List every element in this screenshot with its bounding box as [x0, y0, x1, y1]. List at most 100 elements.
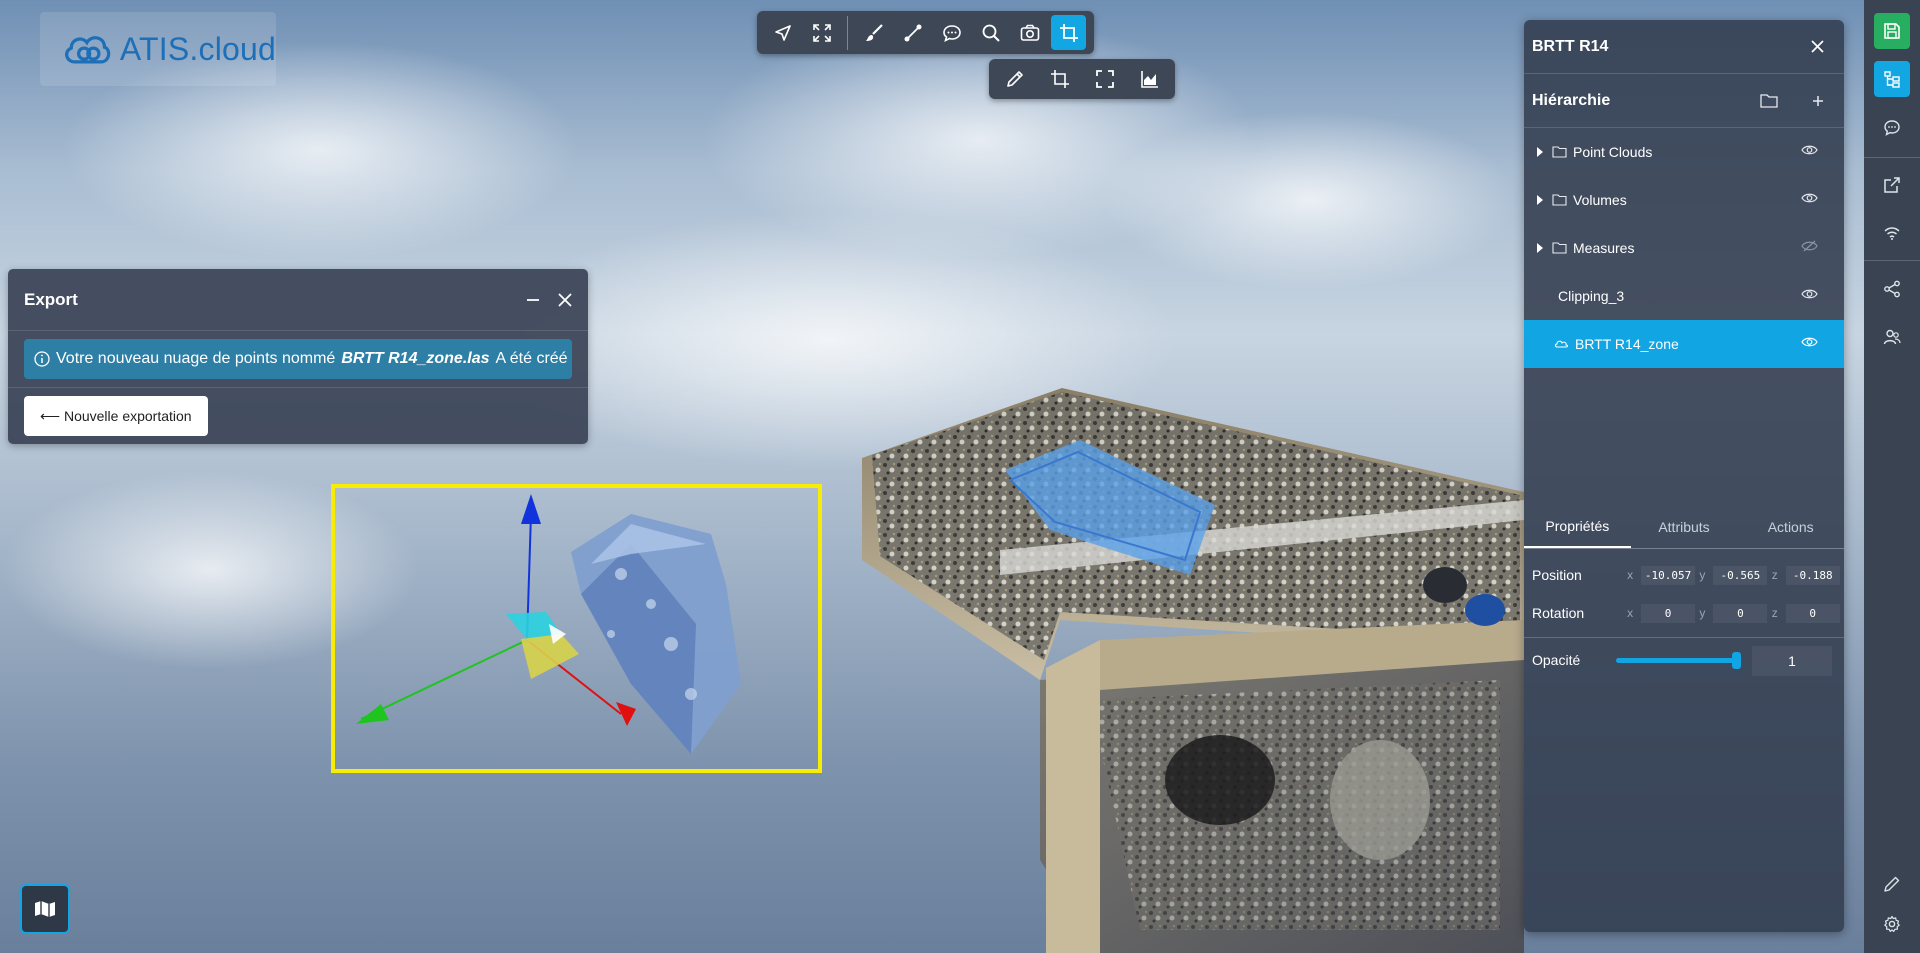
caret-right-icon[interactable] [1536, 195, 1544, 205]
eye-icon[interactable] [1801, 336, 1818, 348]
selection-box[interactable] [331, 484, 822, 773]
close-icon[interactable] [1811, 40, 1824, 53]
comments-button[interactable] [1874, 110, 1910, 146]
open-external-button[interactable] [1874, 167, 1910, 203]
caret-right-icon[interactable] [1536, 147, 1544, 157]
rotation-x-field[interactable]: 0 [1641, 603, 1696, 623]
opacity-value-field[interactable]: 1 [1752, 646, 1832, 676]
banner-message-suffix: A été créé [495, 350, 568, 367]
opacity-label: Opacité [1532, 652, 1581, 668]
profile-chart-button[interactable] [1132, 62, 1167, 97]
position-y-field[interactable]: -0.565 [1713, 565, 1768, 585]
tree-item-brtt-r14-zone[interactable]: BRTT R14_zone [1524, 320, 1844, 368]
area-chart-icon [1140, 71, 1158, 88]
fullscreen-icon [1095, 70, 1114, 88]
settings-button[interactable] [1874, 906, 1910, 942]
measure-line-icon [904, 24, 921, 41]
close-icon[interactable] [558, 292, 572, 307]
point-cloud-icon [1555, 340, 1568, 348]
tree-item-label: Volumes [1573, 192, 1627, 208]
tree-item-label: BRTT R14_zone [1575, 336, 1679, 352]
new-export-button[interactable]: ⟵ Nouvelle exportation [24, 396, 208, 436]
wifi-icon [1884, 227, 1900, 240]
tree-item-clipping-3[interactable]: Clipping_3 [1524, 272, 1844, 320]
map-toggle-button[interactable] [20, 884, 70, 934]
axis-label-y: y [1699, 606, 1706, 620]
position-z-field[interactable]: -0.188 [1785, 565, 1840, 585]
position-row: Position x -10.057 y -0.565 z -0.188 [1524, 556, 1844, 594]
tree-item-volumes[interactable]: Volumes [1524, 176, 1844, 224]
brush-button[interactable] [856, 15, 891, 50]
minimize-icon[interactable] [526, 293, 540, 307]
fullscreen-button[interactable] [1087, 62, 1122, 97]
export-success-banner: Votre nouveau nuage de points nommé BRTT… [24, 339, 572, 379]
logo-text: ATIS.cloud [119, 30, 276, 67]
navigate-button[interactable] [765, 15, 800, 50]
comment-icon [942, 24, 961, 42]
eye-icon[interactable] [1801, 144, 1818, 156]
search-icon [982, 24, 1000, 42]
hierarchy-button[interactable] [1874, 61, 1910, 97]
right-sidebar [1864, 0, 1920, 953]
save-button[interactable] [1874, 13, 1910, 49]
plus-icon[interactable] [1812, 95, 1824, 107]
camera-button[interactable] [1012, 15, 1047, 50]
export-panel-header: Export [8, 269, 588, 331]
tree-item-label: Clipping_3 [1558, 288, 1625, 304]
tree-item-measures[interactable]: Measures [1524, 224, 1844, 272]
eye-icon[interactable] [1801, 288, 1818, 300]
rotation-z-field[interactable]: 0 [1785, 603, 1840, 623]
folder-icon [1552, 242, 1567, 254]
fit-extent-icon [812, 23, 831, 42]
export-panel-title: Export [24, 289, 78, 309]
exported-file-name: BRTT R14_zone.las [341, 350, 490, 367]
app-logo[interactable]: ATIS.cloud [40, 12, 276, 86]
sidebar-separator [1864, 260, 1920, 261]
tab-properties[interactable]: Propriétés [1524, 505, 1631, 548]
caret-right-icon[interactable] [1536, 243, 1544, 253]
eye-hidden-icon[interactable] [1801, 240, 1818, 252]
camera-icon [1020, 24, 1039, 41]
crop-button[interactable] [1051, 15, 1086, 50]
axis-label-x: x [1627, 568, 1634, 582]
chat-icon [1884, 120, 1900, 136]
tree-item-label: Measures [1573, 240, 1635, 256]
position-x-field[interactable]: -10.057 [1641, 565, 1696, 585]
position-label: Position [1532, 567, 1582, 583]
rotation-label: Rotation [1532, 605, 1585, 621]
opacity-slider-track[interactable] [1616, 658, 1736, 663]
connection-button[interactable] [1874, 215, 1910, 251]
export-panel: Export Votre nouveau nuage de points nom… [8, 269, 588, 444]
main-toolbar [757, 11, 1094, 54]
crop-sub-toolbar [989, 59, 1175, 99]
map-icon [35, 901, 55, 917]
hierarchy-icon [1884, 71, 1900, 88]
pencil-icon [1006, 71, 1023, 87]
search-button[interactable] [973, 15, 1008, 50]
edit-clip-button[interactable] [997, 62, 1032, 97]
tree-item-label: Point Clouds [1573, 144, 1653, 160]
project-panel-header: BRTT R14 [1524, 20, 1844, 74]
fit-extent-button[interactable] [804, 15, 839, 50]
rotation-y-field[interactable]: 0 [1713, 603, 1768, 623]
tree-item-point-clouds[interactable]: Point Clouds [1524, 128, 1844, 176]
edit-icon [1884, 876, 1900, 892]
measure-line-button[interactable] [895, 15, 930, 50]
users-button[interactable] [1874, 319, 1910, 355]
tab-actions[interactable]: Actions [1737, 505, 1844, 548]
rotation-row: Rotation x0 y0 z0 [1524, 594, 1844, 632]
share-icon [1884, 280, 1900, 298]
opacity-slider-handle[interactable] [1732, 652, 1741, 669]
tab-attributes[interactable]: Attributs [1631, 505, 1738, 548]
comment-button[interactable] [934, 15, 969, 50]
clip-box-button[interactable] [1042, 62, 1077, 97]
eye-icon[interactable] [1801, 192, 1818, 204]
crop-icon [1050, 70, 1069, 88]
hierarchy-header: Hiérarchie [1524, 74, 1844, 128]
folder-add-icon[interactable] [1760, 93, 1778, 108]
info-icon [34, 351, 50, 367]
edit-button[interactable] [1874, 866, 1910, 902]
crop-icon [1059, 23, 1078, 42]
properties-tabs: Propriétés Attributs Actions [1524, 505, 1844, 549]
share-button[interactable] [1874, 271, 1910, 307]
